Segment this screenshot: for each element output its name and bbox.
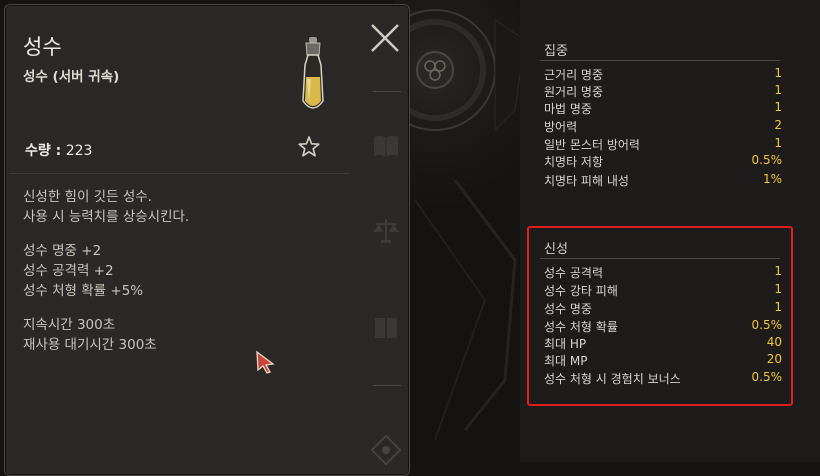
stat-name: 방어력 <box>544 120 578 134</box>
stat-name: 원거리 명중 <box>544 85 604 99</box>
description-line: 사용 시 능력치를 상승시킨다. <box>23 209 190 225</box>
quantity-row: 수량 : 223 <box>25 140 92 160</box>
divider <box>373 91 401 92</box>
stat-row: 치명타 저항 0.5% <box>544 153 782 170</box>
section-title-focus: 집중 <box>544 44 568 59</box>
quantity-value: 223 <box>65 143 93 159</box>
effect-line: 성수 처형 확률 +5% <box>23 283 144 299</box>
rune-icon[interactable] <box>371 435 401 465</box>
divider <box>373 385 401 386</box>
duration-line: 지속시간 300초 <box>23 317 116 333</box>
stat-value: 1 <box>774 83 782 97</box>
item-name: 성수 <box>23 35 62 59</box>
description-line: 신성한 힘이 깃든 성수. <box>23 189 152 205</box>
stat-value: 0.5% <box>751 153 783 167</box>
item-description: 신성한 힘이 깃든 성수. 사용 시 능력치를 상승시킨다. 성수 명중 +2 … <box>23 187 189 355</box>
stat-row: 치명타 피해 내성 1% <box>544 172 782 189</box>
close-icon[interactable] <box>368 21 402 55</box>
divider <box>540 60 780 61</box>
stat-value: 2 <box>774 118 782 132</box>
stat-row: 근거리 명중 1 <box>544 66 782 83</box>
stat-name: 근거리 명중 <box>544 68 604 82</box>
stat-name: 치명타 피해 내성 <box>544 174 629 188</box>
scales-icon[interactable] <box>371 215 401 245</box>
quantity-label: 수량 : <box>25 143 62 159</box>
stat-value: 1 <box>774 66 782 80</box>
stat-row: 마법 명중 1 <box>544 100 782 117</box>
stat-row: 일반 몬스터 방어력 1 <box>544 136 782 153</box>
effect-line: 성수 명중 +2 <box>23 243 102 259</box>
cards-icon[interactable] <box>371 313 401 343</box>
book-icon[interactable] <box>371 131 401 161</box>
star-icon[interactable] <box>297 135 321 159</box>
stat-row: 원거리 명중 1 <box>544 83 782 100</box>
stat-value: 1 <box>774 100 782 114</box>
stat-value: 1% <box>762 172 782 186</box>
cursor-icon <box>256 350 275 374</box>
item-binding-type: 성수 (서버 귀속) <box>23 69 120 85</box>
effect-line: 성수 공격력 +2 <box>23 263 114 279</box>
highlight-box <box>527 226 793 406</box>
stat-name: 일반 몬스터 방어력 <box>544 138 640 152</box>
divider <box>9 173 349 174</box>
cooldown-line: 재사용 대기시간 300초 <box>23 337 157 353</box>
stat-value: 1 <box>774 136 782 150</box>
background-ornament <box>395 0 530 462</box>
potion-icon <box>302 37 324 109</box>
stat-name: 치명타 저항 <box>544 155 604 169</box>
stat-name: 마법 명중 <box>544 102 592 116</box>
side-rail <box>361 65 405 465</box>
item-tooltip: 성수 성수 (서버 귀속) 수량 : 223 신성한 힘이 깃든 성수. 사용 … <box>4 4 410 476</box>
stat-row: 방어력 2 <box>544 118 782 135</box>
